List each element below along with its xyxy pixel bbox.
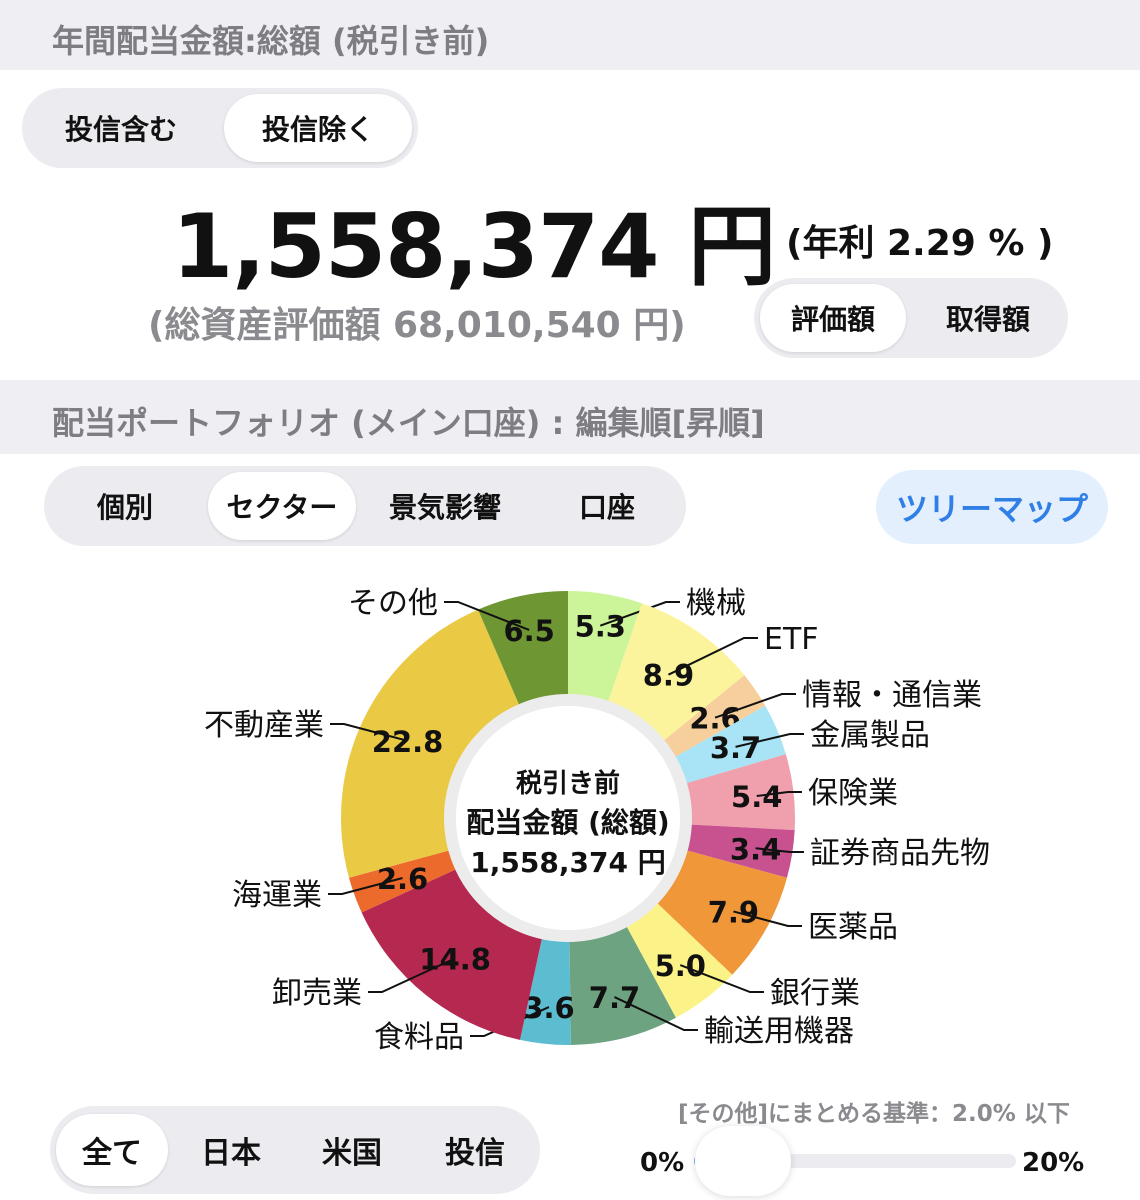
slice-category-label: 情報・通信業 bbox=[802, 678, 982, 713]
slice-category-label: 卸売業 bbox=[272, 976, 362, 1011]
header-band: 年間配当金額:総額 (税引き前) bbox=[0, 0, 1140, 70]
slice-value-label: 7.9 bbox=[708, 895, 759, 929]
tab-economic-impact[interactable]: 景気影響 bbox=[364, 472, 526, 540]
donut-center-text: 1,558,374 円 bbox=[470, 846, 665, 879]
valuation-toggle: 評価額 取得額 bbox=[754, 278, 1068, 358]
tab-all-regions[interactable]: 全て bbox=[56, 1114, 168, 1186]
slice-value-label: 3.4 bbox=[730, 832, 781, 866]
fund-filter-toggle: 投信含む 投信除く bbox=[22, 88, 418, 168]
slice-value-label: 5.4 bbox=[731, 780, 782, 814]
slice-category-label: 金属製品 bbox=[810, 718, 930, 753]
slice-value-label: 5.0 bbox=[655, 949, 706, 983]
exclude-funds-option[interactable]: 投信除く bbox=[224, 94, 412, 162]
treemap-button[interactable]: ツリーマップ bbox=[876, 470, 1108, 544]
slider-min-label: 0% bbox=[640, 1148, 685, 1178]
portfolio-band: 配当ポートフォリオ (メイン口座) : 編集順[昇順] bbox=[0, 380, 1140, 454]
tab-sector[interactable]: セクター bbox=[208, 472, 356, 540]
slider-max-label: 20% bbox=[1022, 1148, 1085, 1178]
tab-individual[interactable]: 個別 bbox=[50, 472, 200, 540]
slice-value-label: 3.7 bbox=[710, 731, 761, 765]
slice-category-label: 保険業 bbox=[808, 776, 898, 811]
slice-category-label: 食料品 bbox=[374, 1020, 464, 1055]
page-title: 年間配当金額:総額 (税引き前) bbox=[52, 22, 490, 60]
view-tabs: 個別 セクター 景気影響 口座 bbox=[44, 466, 686, 546]
annual-yield: (年利 2.29 % ) bbox=[786, 223, 1054, 264]
slice-value-label: 5.3 bbox=[575, 610, 626, 644]
slice-category-label: 海運業 bbox=[232, 878, 322, 913]
threshold-slider-thumb[interactable] bbox=[694, 1126, 791, 1196]
donut-center-text: 税引き前 bbox=[516, 768, 620, 799]
slice-value-label: 14.8 bbox=[419, 942, 491, 976]
acquisition-cost-option[interactable]: 取得額 bbox=[914, 284, 1062, 352]
threshold-caption: [その他]にまとめる基準：2.0% 以下 bbox=[678, 1101, 1070, 1127]
slice-category-label: ETF bbox=[764, 622, 819, 657]
sector-donut-chart: 5.3機械8.9ETF2.6情報・通信業3.7 金属製品5.4 保険業3.4 証券商品… bbox=[204, 586, 990, 1055]
portfolio-title: 配当ポートフォリオ (メイン口座) : 編集順[昇順] bbox=[52, 404, 765, 442]
slice-category-label: 証券商品先物 bbox=[810, 836, 990, 871]
tab-funds[interactable]: 投信 bbox=[416, 1114, 534, 1186]
slice-category-label: 医薬品 bbox=[808, 910, 898, 945]
slice-value-label: 8.9 bbox=[643, 659, 694, 693]
slice-value-label: 7.7 bbox=[589, 981, 640, 1015]
total-dividend-amount: 1,558,374 円 bbox=[172, 195, 776, 298]
market-value-option[interactable]: 評価額 bbox=[760, 284, 906, 352]
include-funds-option[interactable]: 投信含む bbox=[28, 94, 214, 162]
slice-category-label: その他 bbox=[348, 586, 438, 621]
slice-category-label: 銀行業 bbox=[770, 976, 860, 1011]
tab-account[interactable]: 口座 bbox=[534, 472, 680, 540]
slice-value-label: 22.8 bbox=[372, 725, 444, 759]
donut-center-text: 配当金額 (総額) bbox=[466, 806, 669, 839]
total-assets-value: (総資産評価額 68,010,540 円) bbox=[148, 305, 686, 346]
slice-value-label: 6.5 bbox=[503, 614, 554, 648]
slice-category-label: 機械 bbox=[686, 586, 746, 621]
slice-category-label: 輸送用機器 bbox=[704, 1014, 854, 1049]
slice-value-label: 3.6 bbox=[523, 991, 574, 1025]
tab-japan[interactable]: 日本 bbox=[174, 1114, 288, 1186]
region-tabs: 全て 日本 米国 投信 bbox=[50, 1106, 540, 1194]
slice-category-label: 不動産業 bbox=[204, 708, 324, 743]
tab-us[interactable]: 米国 bbox=[294, 1114, 410, 1186]
